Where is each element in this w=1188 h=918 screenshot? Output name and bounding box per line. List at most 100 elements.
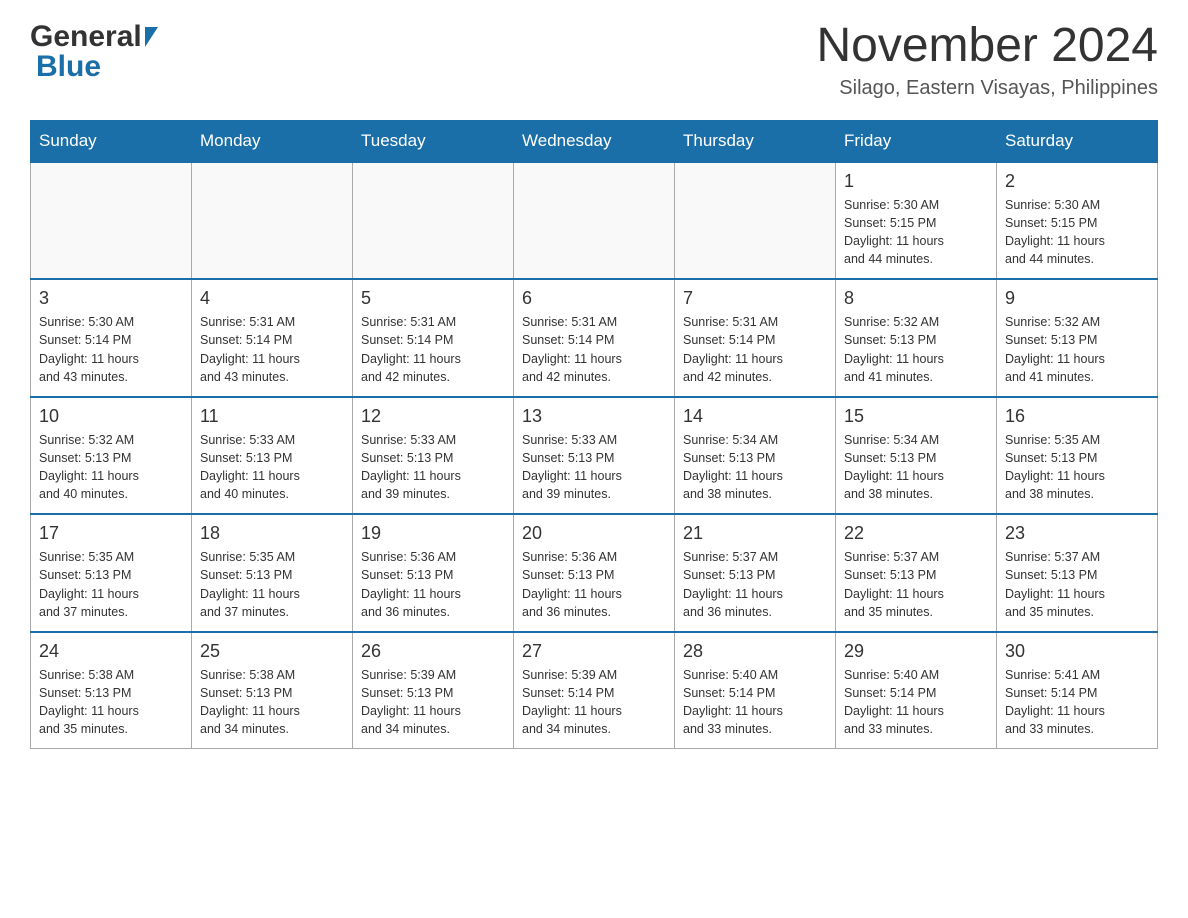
day-number: 21 <box>683 523 827 544</box>
calendar-cell: 1Sunrise: 5:30 AM Sunset: 5:15 PM Daylig… <box>836 162 997 280</box>
weekday-header-row: SundayMondayTuesdayWednesdayThursdayFrid… <box>31 120 1158 162</box>
day-number: 20 <box>522 523 666 544</box>
calendar-cell: 21 Sunrise: 5:37 AM Sunset: 5:13 PM Dayli… <box>675 514 836 632</box>
day-info: Sunrise: 5:37 AM Sunset: 5:13 PM Dayligh… <box>844 548 988 621</box>
day-info: Sunrise: 5:34 AM Sunset: 5:13 PM Dayligh… <box>844 431 988 504</box>
day-number: 22 <box>844 523 988 544</box>
day-number: 6 <box>522 288 666 309</box>
calendar-cell <box>353 162 514 280</box>
day-number: 11 <box>200 406 344 427</box>
day-info: Sunrise: 5:32 AM Sunset: 5:13 PM Dayligh… <box>844 313 988 386</box>
calendar-cell: 4 Sunrise: 5:31 AM Sunset: 5:14 PM Daylig… <box>192 279 353 397</box>
calendar-cell: 14 Sunrise: 5:34 AM Sunset: 5:13 PM Dayli… <box>675 397 836 515</box>
weekday-header-friday: Friday <box>836 120 997 162</box>
week-row-1: 1 Sunrise: 5:30 AM Sunset: 5:15 PM Daylig… <box>31 162 1158 280</box>
day-info: Sunrise: 5:40 AM Sunset: 5:14 PM Dayligh… <box>683 666 827 739</box>
calendar-cell: 26 Sunrise: 5:39 AM Sunset: 5:13 PM Dayli… <box>353 632 514 749</box>
calendar-cell: 10Sunrise: 5:32 AM Sunset: 5:13 PM Dayli… <box>31 397 192 515</box>
weekday-header-tuesday: Tuesday <box>353 120 514 162</box>
week-row-4: 17Sunrise: 5:35 AM Sunset: 5:13 PM Dayli… <box>31 514 1158 632</box>
logo-blue-text: Blue <box>36 50 101 84</box>
day-number: 2 <box>1005 171 1149 192</box>
day-number: 26 <box>361 641 505 662</box>
day-info: Sunrise: 5:39 AM Sunset: 5:13 PM Dayligh… <box>361 666 505 739</box>
calendar-cell: 16 Sunrise: 5:35 AM Sunset: 5:13 PM Dayli… <box>997 397 1158 515</box>
calendar-cell: 24 Sunrise: 5:38 AM Sunset: 5:13 PM Dayli… <box>31 632 192 749</box>
weekday-header-wednesday: Wednesday <box>514 120 675 162</box>
calendar-cell: 22 Sunrise: 5:37 AM Sunset: 5:13 PM Dayli… <box>836 514 997 632</box>
day-info: Sunrise: 5:35 AM Sunset: 5:13 PM Dayligh… <box>1005 431 1149 504</box>
day-number: 19 <box>361 523 505 544</box>
day-number: 29 <box>844 641 988 662</box>
week-row-3: 10Sunrise: 5:32 AM Sunset: 5:13 PM Dayli… <box>31 397 1158 515</box>
logo: General Blue <box>30 20 158 84</box>
day-number: 7 <box>683 288 827 309</box>
day-number: 27 <box>522 641 666 662</box>
day-number: 3 <box>39 288 183 309</box>
day-info: Sunrise: 5:36 AM Sunset: 5:13 PM Dayligh… <box>361 548 505 621</box>
day-number: 12 <box>361 406 505 427</box>
calendar-cell: 2 Sunrise: 5:30 AM Sunset: 5:15 PM Daylig… <box>997 162 1158 280</box>
day-info: Sunrise: 5:38 AM Sunset: 5:13 PM Dayligh… <box>39 666 183 739</box>
day-number: 9 <box>1005 288 1149 309</box>
day-info: Sunrise: 5:31 AM Sunset: 5:14 PM Dayligh… <box>361 313 505 386</box>
calendar-cell: 7 Sunrise: 5:31 AM Sunset: 5:14 PM Daylig… <box>675 279 836 397</box>
calendar-cell: 23Sunrise: 5:37 AM Sunset: 5:13 PM Dayli… <box>997 514 1158 632</box>
weekday-header-monday: Monday <box>192 120 353 162</box>
day-number: 25 <box>200 641 344 662</box>
month-title: November 2024 <box>816 20 1158 73</box>
day-number: 4 <box>200 288 344 309</box>
day-info: Sunrise: 5:33 AM Sunset: 5:13 PM Dayligh… <box>361 431 505 504</box>
calendar-cell: 12 Sunrise: 5:33 AM Sunset: 5:13 PM Dayli… <box>353 397 514 515</box>
day-number: 1 <box>844 171 988 192</box>
day-number: 8 <box>844 288 988 309</box>
day-info: Sunrise: 5:33 AM Sunset: 5:13 PM Dayligh… <box>200 431 344 504</box>
calendar-cell: 3 Sunrise: 5:30 AM Sunset: 5:14 PM Daylig… <box>31 279 192 397</box>
calendar-cell: 30 Sunrise: 5:41 AM Sunset: 5:14 PM Dayli… <box>997 632 1158 749</box>
calendar-cell: 27 Sunrise: 5:39 AM Sunset: 5:14 PM Dayli… <box>514 632 675 749</box>
calendar-cell <box>675 162 836 280</box>
day-number: 14 <box>683 406 827 427</box>
calendar-cell: 20Sunrise: 5:36 AM Sunset: 5:13 PM Dayli… <box>514 514 675 632</box>
calendar-cell: 11 Sunrise: 5:33 AM Sunset: 5:13 PM Dayli… <box>192 397 353 515</box>
calendar-cell: 29 Sunrise: 5:40 AM Sunset: 5:14 PM Dayli… <box>836 632 997 749</box>
weekday-header-thursday: Thursday <box>675 120 836 162</box>
calendar-cell: 9 Sunrise: 5:32 AM Sunset: 5:13 PM Daylig… <box>997 279 1158 397</box>
calendar-table: SundayMondayTuesdayWednesdayThursdayFrid… <box>30 120 1158 750</box>
location-subtitle: Silago, Eastern Visayas, Philippines <box>816 77 1158 100</box>
title-section: November 2024 Silago, Eastern Visayas, P… <box>816 20 1158 100</box>
calendar-cell: 25Sunrise: 5:38 AM Sunset: 5:13 PM Dayli… <box>192 632 353 749</box>
calendar-cell <box>31 162 192 280</box>
day-number: 23 <box>1005 523 1149 544</box>
day-info: Sunrise: 5:30 AM Sunset: 5:15 PM Dayligh… <box>1005 196 1149 269</box>
day-info: Sunrise: 5:35 AM Sunset: 5:13 PM Dayligh… <box>39 548 183 621</box>
day-number: 30 <box>1005 641 1149 662</box>
day-number: 5 <box>361 288 505 309</box>
calendar-cell: 6 Sunrise: 5:31 AM Sunset: 5:14 PM Daylig… <box>514 279 675 397</box>
calendar-cell: 19 Sunrise: 5:36 AM Sunset: 5:13 PM Dayli… <box>353 514 514 632</box>
day-number: 24 <box>39 641 183 662</box>
day-info: Sunrise: 5:31 AM Sunset: 5:14 PM Dayligh… <box>200 313 344 386</box>
day-info: Sunrise: 5:31 AM Sunset: 5:14 PM Dayligh… <box>522 313 666 386</box>
day-number: 16 <box>1005 406 1149 427</box>
day-info: Sunrise: 5:41 AM Sunset: 5:14 PM Dayligh… <box>1005 666 1149 739</box>
day-info: Sunrise: 5:30 AM Sunset: 5:14 PM Dayligh… <box>39 313 183 386</box>
day-info: Sunrise: 5:39 AM Sunset: 5:14 PM Dayligh… <box>522 666 666 739</box>
day-info: Sunrise: 5:37 AM Sunset: 5:13 PM Dayligh… <box>683 548 827 621</box>
day-number: 13 <box>522 406 666 427</box>
day-number: 18 <box>200 523 344 544</box>
day-info: Sunrise: 5:32 AM Sunset: 5:13 PM Dayligh… <box>39 431 183 504</box>
calendar-cell: 8 Sunrise: 5:32 AM Sunset: 5:13 PM Daylig… <box>836 279 997 397</box>
logo-triangle-icon <box>145 27 158 47</box>
day-info: Sunrise: 5:31 AM Sunset: 5:14 PM Dayligh… <box>683 313 827 386</box>
day-info: Sunrise: 5:34 AM Sunset: 5:13 PM Dayligh… <box>683 431 827 504</box>
calendar-cell: 13Sunrise: 5:33 AM Sunset: 5:13 PM Dayli… <box>514 397 675 515</box>
calendar-cell <box>514 162 675 280</box>
page-header: General Blue November 2024 Silago, Easte… <box>30 20 1158 100</box>
day-info: Sunrise: 5:40 AM Sunset: 5:14 PM Dayligh… <box>844 666 988 739</box>
day-info: Sunrise: 5:32 AM Sunset: 5:13 PM Dayligh… <box>1005 313 1149 386</box>
day-number: 28 <box>683 641 827 662</box>
calendar-cell: 28 Sunrise: 5:40 AM Sunset: 5:14 PM Dayli… <box>675 632 836 749</box>
day-number: 15 <box>844 406 988 427</box>
calendar-cell: 15 Sunrise: 5:34 AM Sunset: 5:13 PM Dayli… <box>836 397 997 515</box>
